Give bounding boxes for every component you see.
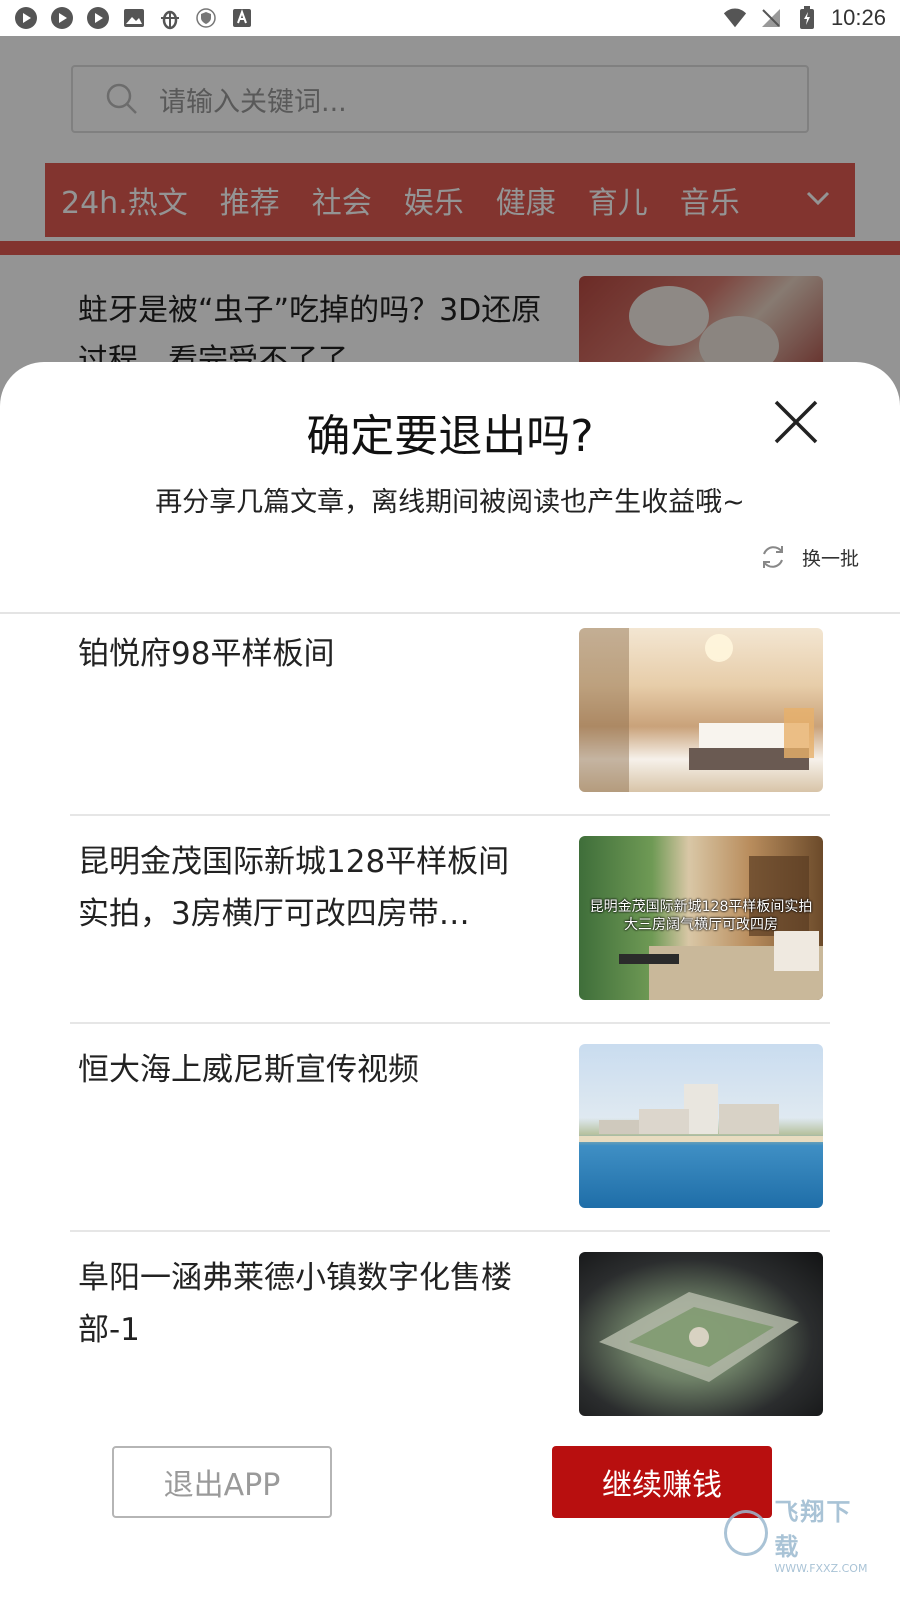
article-title: 铂悦府98平样板间 [78,636,335,672]
clock: 10:26 [830,5,886,30]
article-thumbnail [579,1044,823,1208]
font-a-icon [230,6,254,30]
list-item[interactable]: 恒大海上威尼斯宣传视频 [70,1044,830,1256]
watermark-url: WWW.FXXZ.COM [774,1561,868,1575]
wifi-icon [723,6,747,30]
divider [70,1022,830,1024]
exit-dialog: 确定要退出吗? 再分享几篇文章，离线期间被阅读也产生收益哦~ 换一批 铂悦府98… [0,362,900,1600]
watermark-text: 飞翔下载 WWW.FXXZ.COM [774,1492,874,1575]
watermark: 飞翔下载 WWW.FXXZ.COM [724,1498,874,1575]
bug-icon [158,6,182,30]
article-title: 阜阳一涵弗莱德小镇数字化售楼部-1 [78,1260,512,1348]
article-title: 恒大海上威尼斯宣传视频 [78,1052,419,1088]
list-item[interactable]: 阜阳一涵弗莱德小镇数字化售楼部-1 [70,1252,830,1464]
battery-icon [795,6,819,30]
refresh-label: 换一批 [802,547,860,570]
exit-app-button[interactable]: 退出APP [112,1446,332,1518]
thumbnail-caption: 昆明金茂国际新城128平样板间实拍大三房阔气横厅可改四房 [589,899,813,933]
article-thumbnail [579,628,823,792]
article-thumbnail: 昆明金茂国际新城128平样板间实拍大三房阔气横厅可改四房 [579,836,823,1000]
refresh-icon [758,542,788,572]
article-title: 昆明金茂国际新城128平样板间实拍，3房横厅可改四房带… [78,844,510,932]
refresh-button[interactable]: 换一批 [758,542,859,572]
watermark-name: 飞翔下载 [774,1497,853,1561]
list-item[interactable]: 昆明金茂国际新城128平样板间实拍，3房横厅可改四房带… 昆明金茂国际新城128… [70,836,830,1048]
dialog-subtitle: 再分享几篇文章，离线期间被阅读也产生收益哦~ [155,487,745,518]
status-bar-right: 10:26 [723,5,886,31]
list-item[interactable]: 铂悦府98平样板间 [70,628,830,840]
divider [70,1230,830,1232]
divider [70,814,830,816]
image-icon [122,6,146,30]
app-circle-icon [86,6,110,30]
divider [0,612,900,614]
status-bar-left [14,6,254,30]
shield-icon [194,6,218,30]
dialog-title: 确定要退出吗? [306,411,594,462]
no-signal-icon [759,6,783,30]
watermark-logo-icon [724,1510,769,1556]
app-circle-icon [14,6,38,30]
close-icon[interactable] [770,396,822,448]
status-bar: 10:26 [0,0,900,36]
article-thumbnail [579,1252,823,1416]
app-circle-icon [50,6,74,30]
